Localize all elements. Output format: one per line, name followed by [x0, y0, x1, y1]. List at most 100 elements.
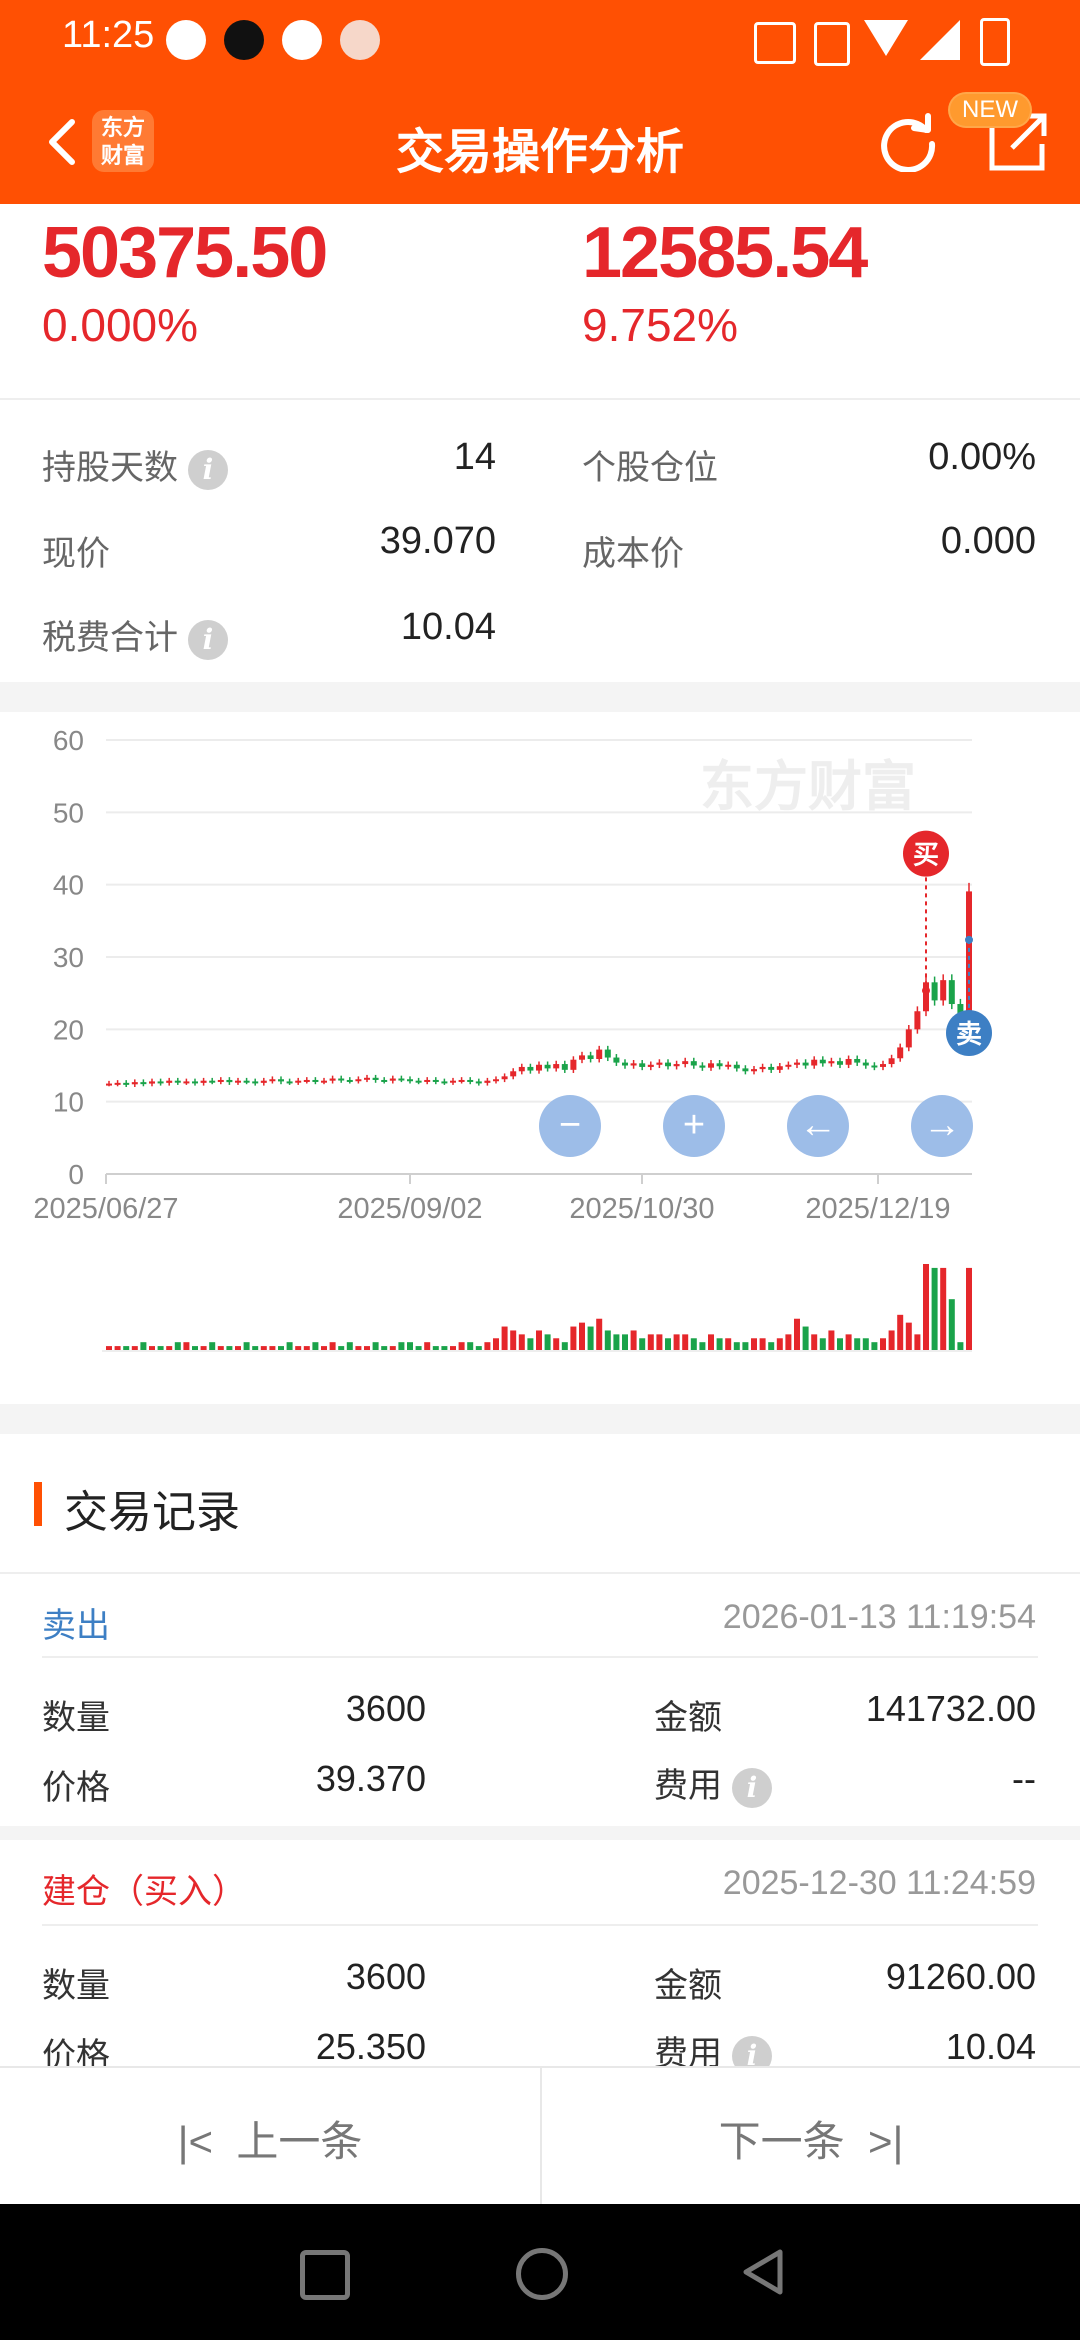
volume-bar [243, 1342, 250, 1350]
volume-bar [794, 1318, 800, 1350]
volume-bar [192, 1346, 198, 1350]
candle-body [794, 1062, 800, 1065]
next-record-button[interactable]: 下一条 >| [542, 2108, 1080, 2169]
fee-value: -- [1012, 1758, 1036, 1799]
battery-icon [980, 18, 1010, 66]
price-label: 价格 [42, 1769, 110, 1807]
candle-body [665, 1062, 671, 1067]
candle-body [690, 1061, 697, 1066]
volume-bar [149, 1346, 155, 1350]
pan-left-button[interactable]: ← [787, 1095, 849, 1157]
prev-label: 上一条 [236, 2118, 363, 2165]
volume-bar [561, 1342, 568, 1350]
watermark-logo: 东方财富 [700, 757, 916, 817]
next-icon: >| [844, 2118, 904, 2165]
signal-icon [920, 20, 960, 60]
volume-bar [768, 1342, 775, 1350]
candle-body [527, 1066, 534, 1071]
info-icon[interactable]: i [188, 450, 228, 491]
candle-body [682, 1061, 689, 1065]
candle-body [940, 980, 947, 1001]
volume-bar [673, 1334, 680, 1350]
volume-bar [905, 1322, 912, 1350]
info-icon[interactable]: i [732, 1768, 772, 1809]
candle-body [364, 1077, 370, 1080]
candle-body [501, 1076, 508, 1080]
candle-body [286, 1081, 293, 1084]
candle-body [725, 1064, 732, 1067]
candle-body [407, 1079, 413, 1082]
volume-bar [157, 1346, 164, 1350]
volume-bar [553, 1338, 560, 1350]
candle-body [587, 1055, 594, 1059]
profit-amount-left: 50375.50 [42, 213, 328, 293]
candle-body [733, 1064, 740, 1069]
volume-bar [837, 1338, 843, 1350]
sell-marker-label: 卖 [956, 1020, 982, 1050]
candle-body [897, 1047, 904, 1059]
volume-bar [381, 1346, 388, 1350]
candle-body [432, 1079, 439, 1082]
profit-amount-right: 12585.54 [582, 213, 868, 293]
candle-body [174, 1080, 181, 1083]
candle-body [768, 1066, 775, 1070]
candle-body [131, 1082, 138, 1085]
volume-bar [106, 1346, 112, 1350]
trade-chart[interactable]: 60 50 40 30 20 10 0 2025/06/27 2025/09/02 2025/10… [0, 712, 1080, 1402]
home-button[interactable] [516, 2248, 568, 2300]
volume-bar [759, 1338, 766, 1350]
divider [0, 1572, 1080, 1574]
candle-body [166, 1080, 173, 1083]
volume-bar [940, 1267, 947, 1350]
candle-body [811, 1059, 818, 1066]
back-nav-button[interactable] [738, 2246, 788, 2303]
candle-body [450, 1080, 456, 1083]
volume-bar [303, 1346, 310, 1350]
candle-body [140, 1082, 147, 1085]
candle-body [398, 1078, 405, 1081]
amount-label: 金额 [654, 1967, 722, 2005]
refresh-button[interactable] [876, 108, 940, 173]
volume-bar [432, 1346, 439, 1350]
volume-bar [226, 1346, 233, 1350]
candle-body [123, 1082, 130, 1085]
candle-body [381, 1079, 388, 1082]
y-tick-label: 20 [53, 1014, 84, 1045]
volume-bar [407, 1342, 413, 1350]
candle-body [553, 1064, 560, 1069]
volume-bar [312, 1342, 319, 1350]
candle-body [888, 1058, 895, 1065]
zoom-in-button[interactable]: + [663, 1095, 725, 1157]
recents-button[interactable] [300, 2250, 350, 2300]
volume-bar [140, 1342, 147, 1350]
volume-bar [871, 1342, 878, 1350]
volume-bar [957, 1342, 964, 1350]
candle-body [751, 1069, 757, 1072]
volume-bar [699, 1342, 706, 1350]
zoom-out-button[interactable]: − [539, 1095, 601, 1157]
volume-bar [527, 1338, 534, 1350]
pan-right-button[interactable]: → [911, 1095, 973, 1157]
qty-label: 数量 [42, 1699, 110, 1737]
volume-bar [346, 1342, 353, 1350]
hold-days-label: 持股天数 i [42, 440, 228, 491]
volume-bar [742, 1342, 749, 1350]
fee-total-label-text: 税费合计 [42, 619, 178, 657]
volume-bar [484, 1342, 491, 1350]
prev-record-button[interactable]: |< 上一条 [0, 2108, 540, 2169]
record-time: 2026-01-13 11:19:54 [722, 1598, 1036, 1636]
volume-bar [966, 1267, 972, 1350]
volume-bar [131, 1346, 138, 1350]
x-tick-label: 2025/09/02 [337, 1193, 482, 1225]
records-title: 交易记录 [64, 1488, 240, 1537]
candle-body [845, 1058, 852, 1065]
candle-body [329, 1078, 336, 1081]
volume-bar [579, 1322, 585, 1350]
candle-body [252, 1081, 259, 1084]
hold-days-value: 14 [453, 436, 496, 478]
candle-body [716, 1063, 723, 1067]
next-label: 下一条 [718, 2118, 845, 2165]
volume-bar [948, 1299, 955, 1350]
volume-bar [510, 1330, 517, 1350]
info-icon[interactable]: i [188, 620, 228, 661]
